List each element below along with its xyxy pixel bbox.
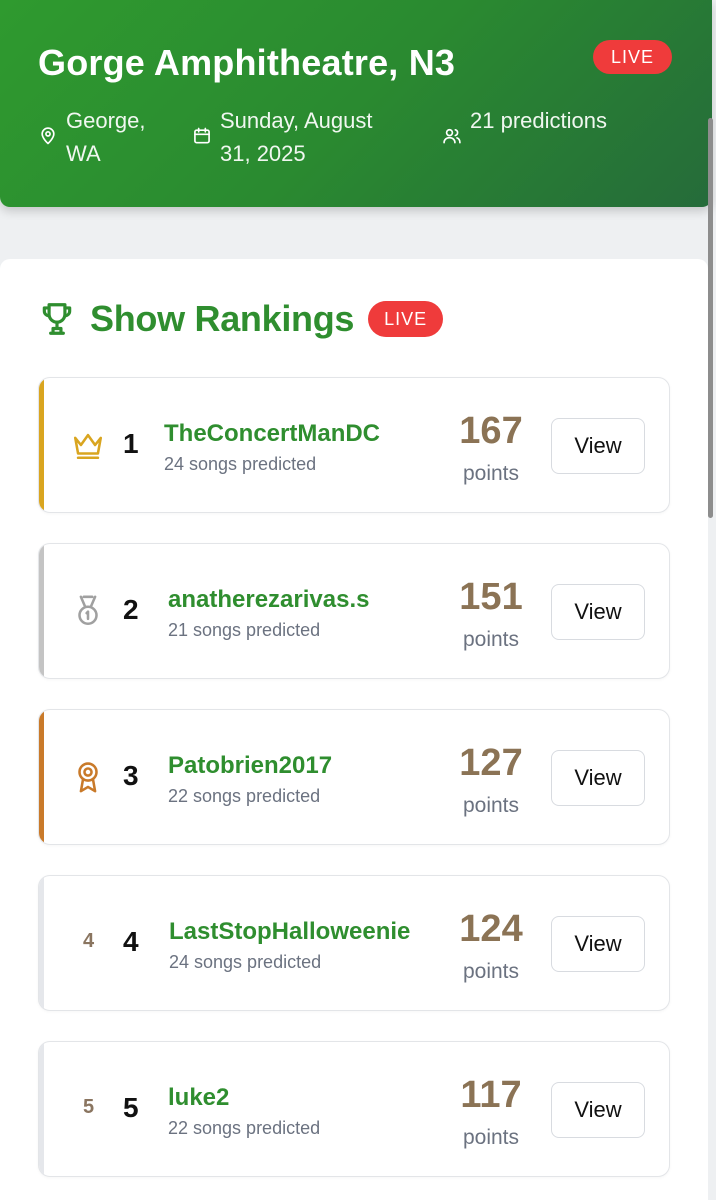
rank-number: 2 [123,594,139,625]
calendar-icon [194,127,210,144]
rank-accent-bar [39,876,44,1010]
ranking-card: 3 Patobrien2017 22 songs predicted 127 p… [38,709,670,845]
rankings-title: Show Rankings [90,298,355,339]
ranking-card: 1 TheConcertManDC 24 songs predicted 167… [38,377,670,513]
username-link[interactable]: Patobrien2017 [168,752,332,780]
live-badge: LIVE [593,40,672,74]
show-title: Gorge Amphitheatre, N3 [38,42,456,83]
rank-number: 3 [123,760,139,791]
rankings-header: Show Rankings LIVE [38,298,444,340]
points-value: 127 [459,742,523,784]
songs-predicted: 24 songs predicted [169,952,322,972]
rank-accent-bar [39,544,44,678]
view-button[interactable]: View [551,916,645,972]
view-button[interactable]: View [551,1082,645,1138]
songs-predicted: 21 songs predicted [168,620,321,640]
rank-number: 5 [123,1092,139,1123]
points-value: 124 [459,908,523,950]
trophy-icon [42,303,72,335]
rank-accent-bar [39,710,44,844]
ranking-card: 4 4 LastStopHalloweenie 24 songs predict… [38,875,670,1011]
view-button[interactable]: View [551,418,645,474]
rank-accent-bar [39,1042,44,1176]
view-button[interactable]: View [551,750,645,806]
show-header: Gorge Amphitheatre, N3 LIVE George, WA S… [0,0,712,207]
rankings-live-badge: LIVE [368,301,444,337]
ranking-card: 2 anatherezarivas.s 21 songs predicted 1… [38,543,670,679]
username-link[interactable]: LastStopHalloweenie [169,918,410,946]
points-label: points [462,794,520,817]
points-label: points [462,462,520,485]
predictions-text: 21 predictions [470,108,607,133]
medal-icon [78,595,98,626]
users-icon [443,128,461,144]
rank-position-marker: 4 [83,930,95,952]
username-link[interactable]: luke2 [168,1084,229,1112]
points-value: 167 [459,410,523,452]
songs-predicted: 22 songs predicted [168,1118,321,1138]
rank-accent-bar [39,378,44,512]
points-value: 117 [460,1074,522,1116]
points-label: points [462,1126,520,1149]
username-link[interactable]: anatherezarivas.s [168,586,369,614]
page-scrollbar[interactable] [708,118,713,518]
username-link[interactable]: TheConcertManDC [164,420,380,448]
rank-number: 4 [123,926,139,957]
award-icon [78,762,98,793]
points-value: 151 [459,576,523,618]
location-text: George, WA [66,108,146,166]
points-label: points [462,628,520,651]
songs-predicted: 22 songs predicted [168,786,321,806]
songs-predicted: 24 songs predicted [164,454,317,474]
rank-position-marker: 5 [83,1096,95,1118]
view-button[interactable]: View [551,584,645,640]
ranking-card: 5 5 luke2 22 songs predicted 117 points … [38,1041,670,1177]
date-meta: Sunday, August 31, 2025 [192,104,402,170]
map-pin-icon [41,127,55,145]
crown-icon [73,433,103,460]
rank-number: 1 [123,428,139,459]
location-meta: George, WA [38,104,168,170]
date-text: Sunday, August 31, 2025 [220,108,373,166]
points-label: points [462,960,520,983]
predictions-meta: 21 predictions [442,104,612,146]
